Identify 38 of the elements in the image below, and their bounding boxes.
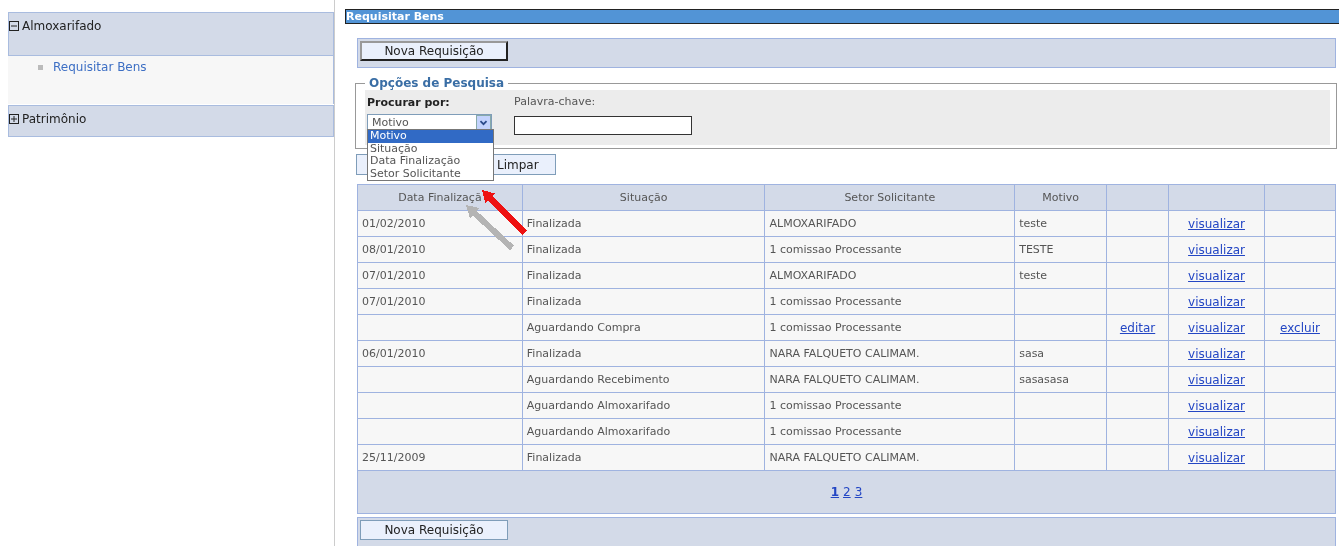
search-legend: Opções de Pesquisa bbox=[365, 76, 509, 90]
keyword-label: Palavra-chave: bbox=[514, 95, 597, 108]
table-cell: sasa bbox=[1014, 340, 1107, 367]
table-cell: Finalizada bbox=[522, 444, 765, 471]
table-cell: Finalizada bbox=[522, 262, 765, 289]
table-cell: 06/01/2010 bbox=[357, 340, 523, 367]
table-cell: NARA FALQUETO CALIMAM. bbox=[765, 444, 1015, 471]
table-cell: Finalizada bbox=[522, 288, 765, 315]
table-cell: ALMOXARIFADO bbox=[765, 262, 1015, 289]
table-cell: 08/01/2010 bbox=[357, 236, 523, 263]
table-cell: NARA FALQUETO CALIMAM. bbox=[765, 366, 1015, 393]
table-cell: Finalizada bbox=[522, 340, 765, 367]
table-cell: 07/01/2010 bbox=[357, 262, 523, 289]
table-cell: 25/11/2009 bbox=[357, 444, 523, 471]
column-header: Data Finalizaçã bbox=[357, 184, 523, 211]
table-cell: 1 comissao Processante bbox=[765, 392, 1015, 419]
table-cell: NARA FALQUETO CALIMAM. bbox=[765, 340, 1015, 367]
table-cell: 1 comissao Processante bbox=[765, 314, 1015, 341]
table-cell: sasasasa bbox=[1014, 366, 1107, 393]
search-by-label: Procurar por: bbox=[367, 96, 450, 109]
table-cell: Aguardando Recebimento bbox=[522, 366, 765, 393]
table-cell: 1 comissao Processante bbox=[765, 418, 1015, 445]
table-cell: 07/01/2010 bbox=[357, 288, 523, 315]
table-cell: teste bbox=[1014, 262, 1107, 289]
table-cell: 1 comissao Processante bbox=[765, 236, 1015, 263]
column-header: Setor Solicitante bbox=[765, 184, 1015, 211]
table-cell: 1 comissao Processante bbox=[765, 288, 1015, 315]
column-header: Situação bbox=[522, 184, 765, 211]
table-cell: Finalizada bbox=[522, 236, 765, 263]
page-title: Requisitar Bens bbox=[345, 9, 1339, 24]
table-cell: ALMOXARIFADO bbox=[765, 210, 1015, 237]
table-cell: TESTE bbox=[1014, 236, 1107, 263]
table-cell: Finalizada bbox=[522, 210, 765, 237]
table-cell: Aguardando Almoxarifado bbox=[522, 418, 765, 445]
table-cell: teste bbox=[1014, 210, 1107, 237]
table-cell: Aguardando Compra bbox=[522, 314, 765, 341]
table-cell: Aguardando Almoxarifado bbox=[522, 392, 765, 419]
column-header: Motivo bbox=[1014, 184, 1107, 211]
